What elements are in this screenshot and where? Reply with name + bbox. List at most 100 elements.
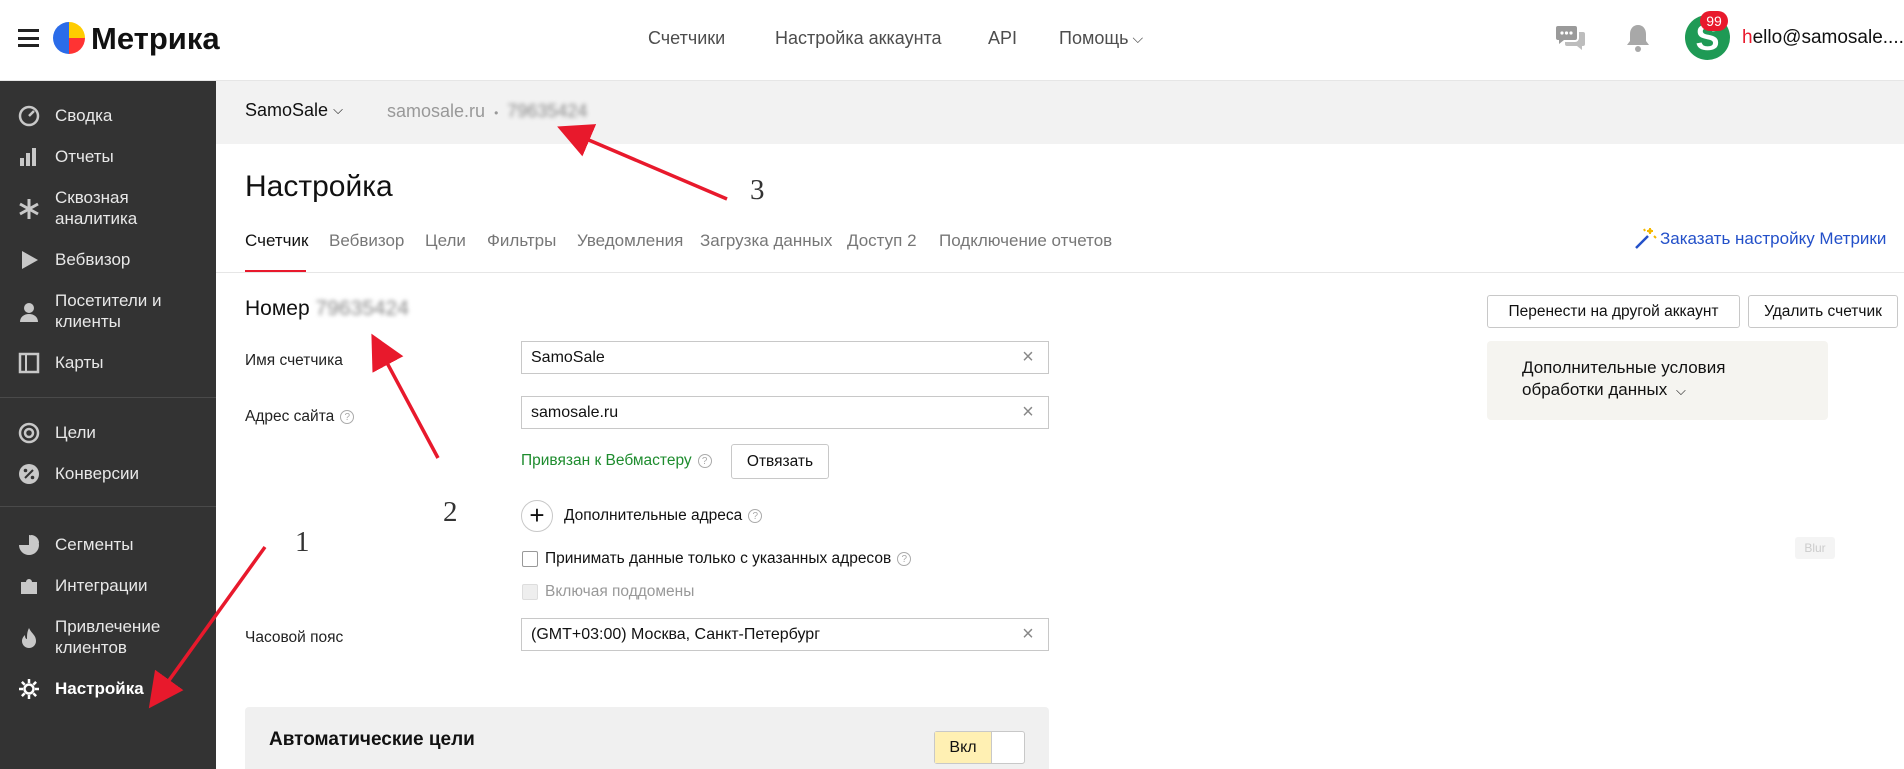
sidebar-item-label: Сквозная аналитика bbox=[55, 188, 138, 228]
pie-icon bbox=[19, 535, 39, 555]
close-icon[interactable]: × bbox=[1020, 402, 1036, 422]
subdomains-label: Включая поддомены bbox=[545, 583, 695, 600]
gear-icon bbox=[19, 679, 39, 699]
only-listed-label: Принимать данные только с указанных адре… bbox=[545, 550, 912, 568]
tab-counter[interactable]: Счетчик bbox=[245, 231, 308, 251]
bar-chart-icon bbox=[20, 148, 36, 166]
asterisk-icon bbox=[19, 199, 39, 219]
order-setup-label: Заказать настройку Метрики bbox=[1660, 229, 1887, 248]
sidebar-item-label: Настройка bbox=[55, 679, 144, 698]
sidebar-item-label: Сегменты bbox=[55, 535, 134, 554]
sidebar-item-acquisition[interactable]: Привлечение клиентов bbox=[0, 616, 216, 660]
sidebar-item-label: Отчеты bbox=[55, 147, 114, 166]
nav-counters[interactable]: Счетчики bbox=[648, 28, 725, 49]
counter-id: 79635424 bbox=[507, 101, 588, 121]
annotation-2: 2 bbox=[443, 496, 458, 528]
sidebar-item-end-to-end[interactable]: Сквозная аналитика bbox=[0, 187, 216, 231]
person-icon bbox=[20, 303, 38, 322]
project-selector[interactable]: SamoSale ⌵ bbox=[245, 100, 343, 121]
site-address-label-text: Адрес сайта bbox=[245, 408, 335, 425]
sidebar-item-label: Конверсии bbox=[55, 464, 139, 483]
tab-access[interactable]: Доступ 2 bbox=[847, 231, 917, 251]
extra-addresses[interactable]: Дополнительные адреса? bbox=[564, 507, 763, 525]
user-email[interactable]: hello@samosale.... bbox=[1742, 27, 1904, 49]
order-setup-link[interactable]: Заказать настройку Метрики bbox=[1635, 228, 1887, 249]
tab-notifications[interactable]: Уведомления bbox=[577, 231, 683, 251]
sidebar-item-goals[interactable]: Цели bbox=[0, 422, 216, 444]
play-icon bbox=[22, 251, 38, 269]
tab-report-connections[interactable]: Подключение отчетов bbox=[939, 231, 1112, 251]
tab-data-upload[interactable]: Загрузка данных bbox=[700, 231, 832, 251]
timezone-label: Часовой пояс bbox=[245, 629, 344, 646]
sidebar-item-maps[interactable]: Карты bbox=[0, 352, 216, 374]
extra-conditions-label: Дополнительные условия обработки данных bbox=[1522, 358, 1726, 399]
counter-name-label: Имя счетчика bbox=[245, 352, 343, 369]
sidebar-item-label: Вебвизор bbox=[55, 250, 131, 269]
add-address-button[interactable]: + bbox=[521, 500, 553, 532]
bell-icon[interactable] bbox=[1625, 23, 1651, 53]
counter-number-value: 79635424 bbox=[315, 297, 409, 320]
user-email-rest: ello@samosale.... bbox=[1752, 27, 1904, 48]
close-icon[interactable]: × bbox=[1020, 347, 1036, 367]
logo-text[interactable]: Метрика bbox=[91, 21, 220, 57]
notifications-badge: 99 bbox=[1700, 11, 1728, 31]
target-icon bbox=[18, 422, 40, 444]
sidebar-item-label: Карты bbox=[55, 353, 104, 372]
site-address-label: Адрес сайта? bbox=[245, 408, 355, 426]
map-icon bbox=[18, 352, 40, 374]
project-name: SamoSale bbox=[245, 100, 329, 120]
help-icon[interactable]: ? bbox=[697, 454, 712, 468]
help-icon[interactable]: ? bbox=[340, 410, 355, 424]
tabs-divider bbox=[216, 272, 1904, 273]
metrika-logo-icon[interactable] bbox=[53, 22, 85, 54]
counter-site: samosale.ru bbox=[387, 101, 486, 121]
timezone-input[interactable] bbox=[521, 618, 1049, 651]
flame-icon bbox=[22, 628, 36, 648]
auto-goals-title: Автоматические цели bbox=[269, 729, 475, 750]
arrow-to-counter-number bbox=[371, 333, 440, 459]
sidebar-item-webvisor[interactable]: Вебвизор bbox=[0, 249, 216, 271]
subdomains-checkbox[interactable] bbox=[522, 584, 538, 600]
extra-conditions[interactable]: Дополнительные условия обработки данных … bbox=[1522, 357, 1782, 402]
sidebar-item-label: Цели bbox=[55, 423, 96, 442]
sidebar-item-visitors[interactable]: Посетители и клиенты bbox=[0, 290, 216, 334]
chevron-down-icon: ⌵ bbox=[333, 102, 343, 117]
blur-tag: Blur bbox=[1795, 537, 1835, 559]
annotation-1: 1 bbox=[295, 526, 310, 558]
only-listed-checkbox[interactable] bbox=[522, 551, 538, 567]
delete-counter-button[interactable]: Удалить счетчик bbox=[1748, 295, 1898, 328]
webmaster-status: Привязан к Вебмастеру? bbox=[521, 452, 712, 470]
sidebar-item-label: Интеграции bbox=[55, 576, 148, 595]
sidebar-item-conversions[interactable]: Конверсии bbox=[0, 463, 216, 485]
help-icon[interactable]: ? bbox=[897, 552, 912, 566]
tab-filters[interactable]: Фильтры bbox=[487, 231, 556, 251]
sidebar-item-summary[interactable]: Сводка bbox=[0, 105, 216, 127]
unlink-button[interactable]: Отвязать bbox=[731, 444, 829, 479]
nav-api[interactable]: API bbox=[988, 28, 1017, 49]
sidebar-item-segments[interactable]: Сегменты bbox=[0, 534, 216, 556]
chat-icon[interactable] bbox=[1555, 23, 1587, 53]
sidebar-item-label: Посетители и клиенты bbox=[55, 291, 162, 331]
wand-icon bbox=[1635, 228, 1657, 249]
nav-account-settings[interactable]: Настройка аккаунта bbox=[775, 28, 942, 49]
sidebar-item-settings[interactable]: Настройка bbox=[0, 678, 216, 700]
transfer-counter-button[interactable]: Перенести на другой аккаунт bbox=[1487, 295, 1740, 328]
toggle-on-label: Вкл bbox=[935, 732, 992, 763]
chevron-down-icon: ⌵ bbox=[1675, 383, 1686, 398]
nav-help[interactable]: Помощь ⌵ bbox=[1059, 28, 1143, 49]
sidebar-item-integrations[interactable]: Интеграции bbox=[0, 575, 216, 597]
extra-addresses-label: Дополнительные адреса bbox=[564, 507, 743, 524]
page-title: Настройка bbox=[245, 170, 393, 203]
close-icon[interactable]: × bbox=[1020, 624, 1036, 644]
tab-goals[interactable]: Цели bbox=[425, 231, 466, 251]
top-bar: Метрика Счетчики Настройка аккаунта API … bbox=[0, 0, 1904, 81]
help-icon[interactable]: ? bbox=[748, 509, 763, 523]
sidebar-item-label: Привлечение клиентов bbox=[55, 617, 161, 657]
menu-icon[interactable] bbox=[18, 29, 39, 47]
separator: • bbox=[494, 106, 499, 120]
counter-name-input[interactable] bbox=[521, 341, 1049, 374]
counter-number-label: Номер bbox=[245, 297, 310, 320]
site-address-input[interactable] bbox=[521, 396, 1049, 429]
sidebar-item-reports[interactable]: Отчеты bbox=[0, 146, 216, 168]
tab-webvisor[interactable]: Вебвизор bbox=[329, 231, 404, 251]
